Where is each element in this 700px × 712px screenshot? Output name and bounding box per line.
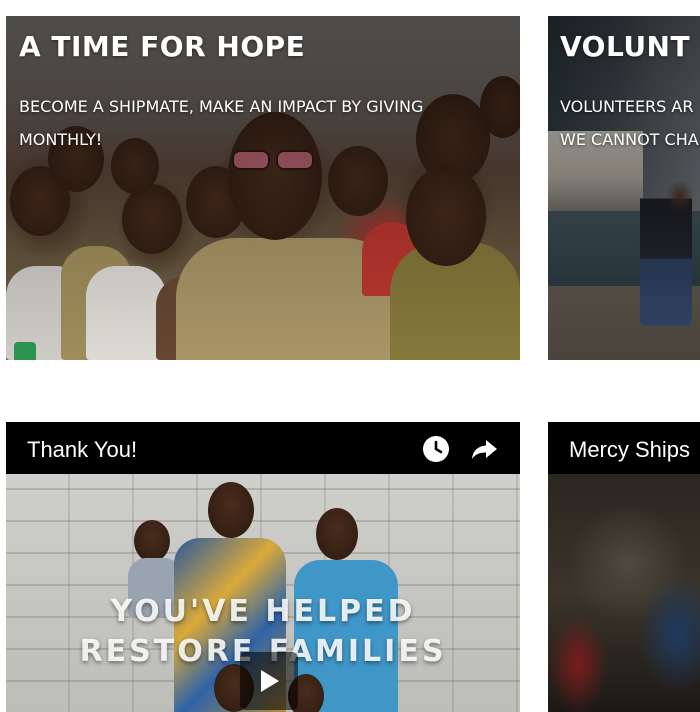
video-overlay-line-1: YOU'VE HELPED: [110, 594, 416, 629]
thank-you-video[interactable]: Thank You! YOU'VE HELPED RESTORE FAMILIE…: [6, 422, 520, 712]
volunteer-subtitle-line-1: VOLUNTEERS AR: [560, 97, 694, 116]
video-thumbnail[interactable]: YOU'VE HELPED RESTORE FAMILIES: [6, 474, 520, 712]
hope-card-title[interactable]: A TIME FOR HOPE: [19, 30, 305, 63]
mercy-ships-video[interactable]: Mercy Ships: [548, 422, 700, 712]
video-controls: [422, 435, 498, 463]
play-icon: [261, 670, 279, 692]
video-header: Mercy Ships: [548, 422, 700, 474]
video-header: Thank You!: [6, 422, 520, 474]
volunteer-card-subtitle[interactable]: VOLUNTEERS AR WE CANNOT CHA: [560, 90, 700, 156]
play-button[interactable]: [240, 652, 298, 710]
video-thumbnail[interactable]: [548, 474, 700, 712]
volunteer-card[interactable]: VOLUNT VOLUNTEERS AR WE CANNOT CHA: [548, 16, 700, 360]
hope-card-subtitle[interactable]: BECOME A SHIPMATE, MAKE AN IMPACT BY GIV…: [19, 90, 489, 156]
video-title[interactable]: Mercy Ships: [569, 437, 690, 463]
volunteer-card-title[interactable]: VOLUNT: [560, 30, 690, 63]
clock-icon[interactable]: [422, 435, 450, 463]
hope-card[interactable]: A TIME FOR HOPE BECOME A SHIPMATE, MAKE …: [6, 16, 520, 360]
video-title[interactable]: Thank You!: [27, 437, 137, 463]
volunteer-subtitle-line-2: WE CANNOT CHA: [560, 130, 699, 149]
share-arrow-icon[interactable]: [470, 435, 498, 463]
